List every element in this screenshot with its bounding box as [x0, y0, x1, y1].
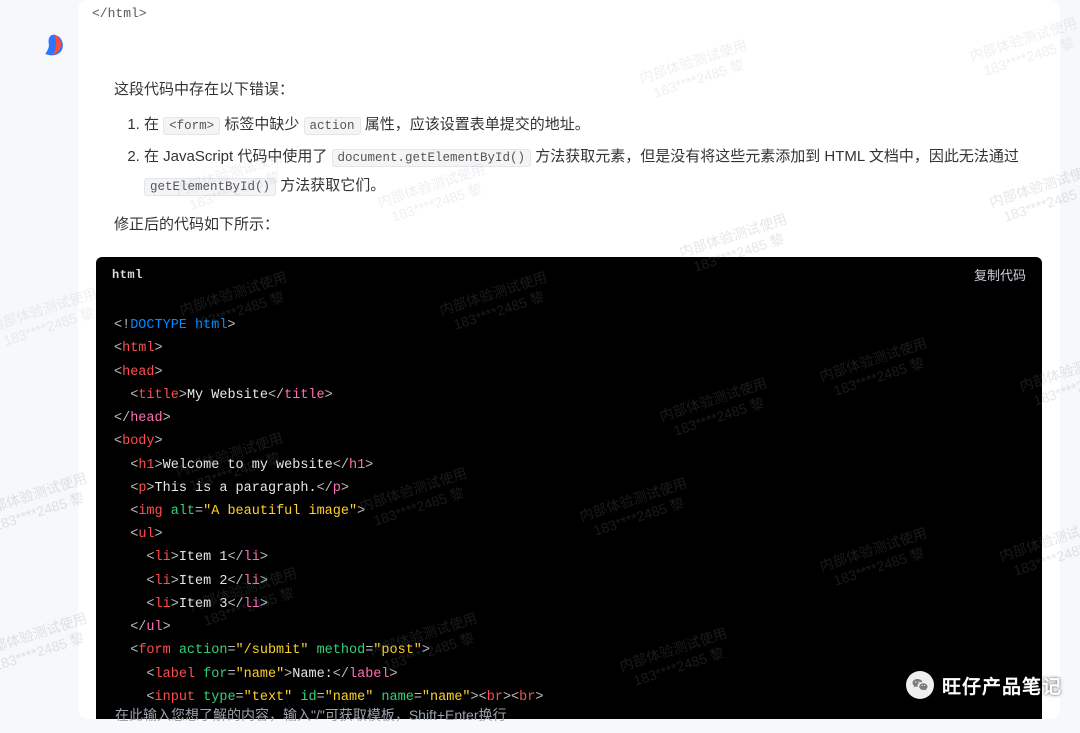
copy-code-button[interactable]: 复制代码: [974, 265, 1026, 284]
channel-badge: 旺仔产品笔记: [906, 671, 1062, 699]
wechat-icon: [906, 671, 934, 699]
error-list: 在 <form> 标签中缺少 action 属性，应该设置表单提交的地址。 在 …: [114, 110, 1026, 200]
explanation-text: 这段代码中存在以下错误： 在 <form> 标签中缺少 action 属性，应该…: [78, 21, 1060, 247]
code-chip-action: action: [304, 117, 361, 135]
corrected-intro: 修正后的代码如下所示：: [114, 210, 1026, 239]
prev-code-tail: </html>: [88, 0, 1060, 21]
assistant-message-card: </html> 这段代码中存在以下错误： 在 <form> 标签中缺少 acti…: [78, 0, 1060, 719]
code-chip-getid1: document.getElementById(): [332, 149, 532, 167]
code-lang-label: html: [112, 268, 143, 282]
error-item-1: 在 <form> 标签中缺少 action 属性，应该设置表单提交的地址。: [144, 110, 1026, 139]
chat-input[interactable]: 在此输入您想了解的内容，输入"/"可获取模板，Shift+Enter换行: [115, 705, 506, 725]
code-chip-getid2: getElementById(): [144, 178, 276, 196]
intro-line: 这段代码中存在以下错误：: [114, 75, 1026, 104]
code-chip-form: <form>: [163, 117, 220, 135]
assistant-avatar-icon: [40, 32, 68, 60]
error-item-2: 在 JavaScript 代码中使用了 document.getElementB…: [144, 142, 1026, 201]
code-block: html 复制代码 <!DOCTYPE html> <html> <head> …: [96, 257, 1042, 719]
code-body[interactable]: <!DOCTYPE html> <html> <head> <title>My …: [96, 292, 1042, 719]
channel-name: 旺仔产品笔记: [942, 672, 1062, 699]
